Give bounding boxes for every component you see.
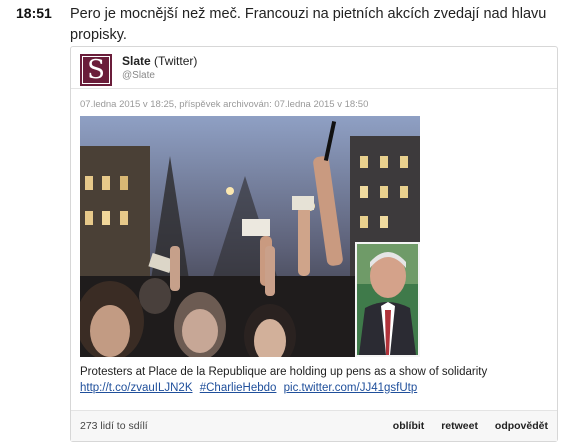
tweet-links: http://t.co/zvauILJN2K #CharlieHebdo pic… (80, 382, 421, 394)
pic-link[interactable]: pic.twitter.com/JJ41gsfUtp (284, 382, 418, 394)
tweet-photo[interactable] (80, 116, 420, 357)
hashtag-link[interactable]: #CharlieHebdo (200, 382, 277, 394)
author-name: Slate (122, 54, 151, 68)
tweet-author[interactable]: Slate (Twitter) (122, 54, 197, 68)
share-count: 273 lidí to sdílí (80, 420, 148, 432)
entry-headline: Pero je mocnější než meč. Francouzi na p… (70, 6, 547, 43)
slate-avatar[interactable]: S (80, 54, 112, 86)
tweet-caption: Protesters at Place de la Republique are… (80, 366, 488, 378)
tweet-actions: oblíbit retweet odpovědět (379, 420, 548, 432)
like-button[interactable]: oblíbit (393, 420, 425, 432)
header-divider (71, 88, 557, 89)
tweet-footer: 273 lidí to sdílí oblíbit retweet odpově… (71, 410, 557, 441)
tweet-header: S Slate (Twitter) @Slate (71, 47, 557, 88)
avatar-letter: S (82, 56, 110, 84)
author-suffix: (Twitter) (154, 54, 198, 68)
retweet-button[interactable]: retweet (441, 420, 478, 432)
protest-photo-illustration (80, 116, 420, 357)
tweet-short-link[interactable]: http://t.co/zvauILJN2K (80, 382, 193, 394)
reply-button[interactable]: odpovědět (495, 420, 548, 432)
entry-time: 18:51 (16, 5, 52, 21)
embedded-tweet: S Slate (Twitter) @Slate 07.ledna 2015 v… (70, 46, 558, 442)
tweet-meta: 07.ledna 2015 v 18:25, příspěvek archivo… (80, 99, 369, 110)
tweet-handle[interactable]: @Slate (122, 70, 155, 81)
